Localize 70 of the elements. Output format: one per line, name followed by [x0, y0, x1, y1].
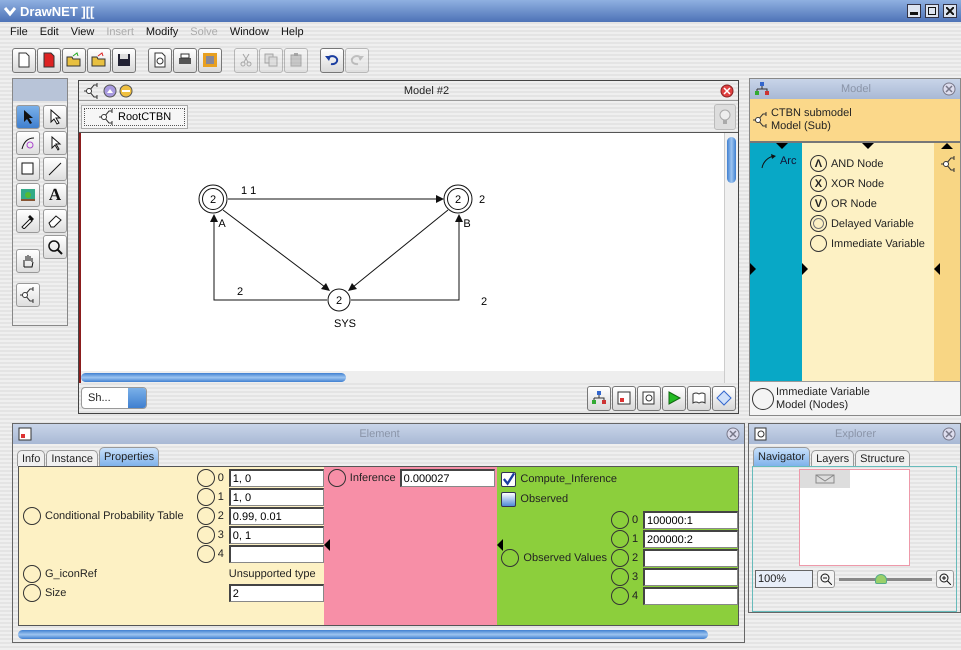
menu-item[interactable]: Edit: [40, 26, 59, 38]
input-field[interactable]: 0, 1: [228, 526, 324, 544]
index-label: 1: [632, 533, 640, 545]
node-label: A: [218, 218, 226, 230]
property-label: Conditional Probability Table: [45, 510, 184, 522]
view-select[interactable]: Sh...: [81, 387, 147, 409]
tab[interactable]: Properties: [98, 447, 160, 466]
panel-title: Model: [840, 83, 872, 95]
node-type-item[interactable]: Immediate Variable: [810, 235, 934, 252]
tab[interactable]: Navigator: [753, 447, 810, 466]
tab[interactable]: Info: [17, 450, 46, 466]
window-title: DrawNET ][[: [20, 4, 96, 18]
property-value: Unsupported type: [228, 568, 317, 580]
index-label: 1: [218, 491, 225, 503]
node-value: 2: [454, 194, 462, 206]
menu-item[interactable]: Window: [230, 26, 269, 38]
node-type-item[interactable]: X XOR Node: [810, 175, 934, 192]
panel-title: Explorer: [834, 428, 877, 440]
arc-label: 2: [481, 296, 488, 308]
index-label: 0: [632, 514, 640, 526]
panel-title: Element: [358, 428, 401, 440]
index-label: 4: [218, 548, 225, 560]
menu-item[interactable]: View: [70, 26, 94, 38]
node-label: SYS: [334, 318, 356, 330]
arc-tool[interactable]: Arc: [750, 143, 802, 169]
submodel-name: CTBN submodel: [770, 107, 852, 120]
arc-label: 2: [237, 286, 244, 298]
input-field[interactable]: 2: [228, 584, 324, 602]
input-field[interactable]: 0.99, 0.01: [228, 507, 324, 525]
submodel-type: Model (Sub): [770, 120, 832, 133]
index-label: 3: [218, 529, 225, 541]
input-field[interactable]: 200000:2: [643, 530, 738, 548]
arc-label: 1 1: [241, 185, 256, 197]
menu-item[interactable]: Modify: [146, 26, 178, 38]
node-label: B: [463, 218, 471, 230]
tool-button[interactable]: A: [43, 183, 67, 207]
node-type-item[interactable]: Delayed Variable: [810, 215, 934, 232]
breadcrumb-button[interactable]: RootCTBN: [81, 104, 188, 128]
selection-type: Model (Nodes): [776, 398, 850, 412]
property-label: Size: [45, 587, 66, 599]
index-label: 2: [632, 552, 640, 564]
input-field[interactable]: 1, 0: [228, 469, 324, 487]
index-label: 0: [218, 472, 225, 484]
menu-item[interactable]: File: [10, 26, 28, 38]
input-field[interactable]: 0.000027: [400, 469, 495, 487]
tab[interactable]: Layers: [811, 450, 854, 466]
checkbox-label: Compute_Inference: [520, 473, 618, 485]
node-symbol: V: [810, 195, 827, 212]
index-label: 4: [632, 590, 640, 602]
checkbox-label: Observed: [520, 493, 568, 505]
tab[interactable]: Structure: [855, 450, 910, 466]
input-field[interactable]: 1, 0: [228, 488, 324, 506]
index-label: 3: [632, 571, 640, 583]
zoom-field[interactable]: 100%: [755, 570, 813, 588]
node-value: 2: [336, 295, 342, 307]
window-title: Model #2: [402, 84, 450, 96]
tab[interactable]: Instance: [46, 450, 98, 466]
property-label: G_iconRef: [45, 568, 97, 580]
node-symbol: Λ: [810, 155, 827, 172]
selection-name: Immediate Variable: [776, 386, 870, 398]
node-type-item[interactable]: V OR Node: [810, 195, 934, 212]
input-field[interactable]: 100000:1: [643, 511, 738, 529]
property-label: Observed Values: [523, 552, 607, 564]
index-label: 2: [218, 510, 225, 522]
arc-label: 2: [479, 194, 486, 206]
property-label: Inference: [350, 472, 396, 484]
node-symbol: X: [810, 175, 827, 192]
menu-item[interactable]: Help: [280, 26, 304, 38]
node-type-item[interactable]: Λ AND Node: [810, 155, 934, 172]
node-value: 2: [210, 194, 216, 206]
